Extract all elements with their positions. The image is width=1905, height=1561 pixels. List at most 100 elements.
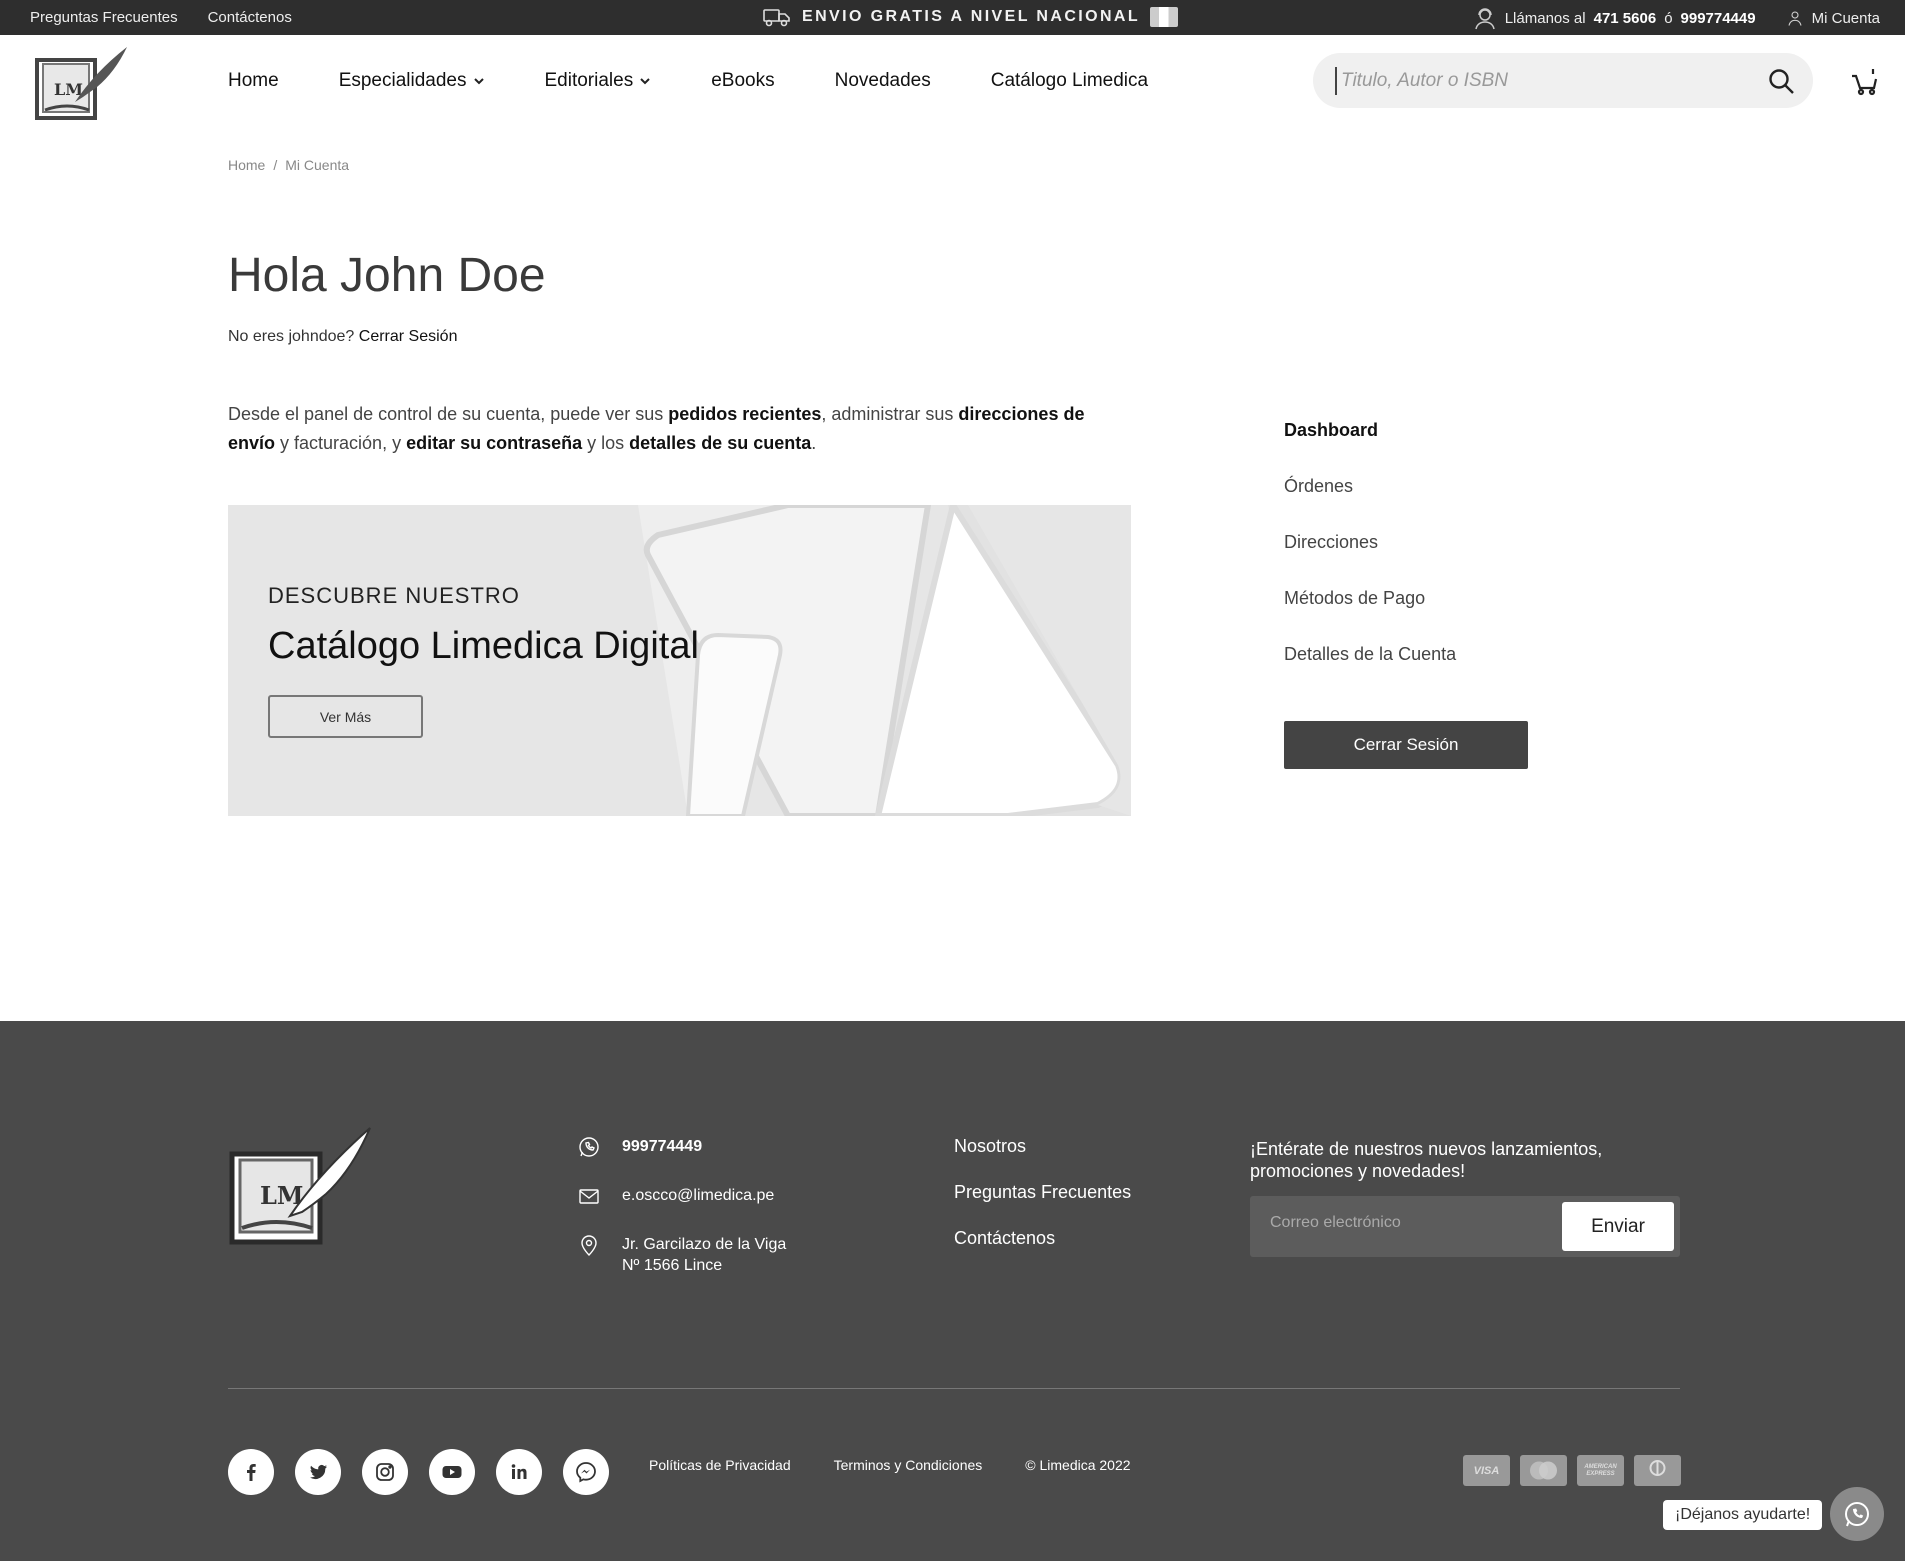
help-chat-label[interactable]: ¡Déjanos ayudarte! xyxy=(1663,1500,1823,1530)
logout-button[interactable]: Cerrar Sesión xyxy=(1284,721,1528,769)
intro-text-4: y los xyxy=(582,433,630,453)
instagram-link[interactable] xyxy=(362,1449,408,1495)
facebook-link[interactable] xyxy=(228,1449,274,1495)
search-bar xyxy=(1313,53,1813,108)
nav-ebooks[interactable]: eBooks xyxy=(711,70,774,92)
footer-phone[interactable]: 999774449 xyxy=(622,1136,702,1157)
breadcrumb-home[interactable]: Home xyxy=(228,157,265,173)
nav-novedades[interactable]: Novedades xyxy=(835,70,931,92)
banner-title: Catálogo Limedica Digital xyxy=(268,625,699,667)
youtube-link[interactable] xyxy=(429,1449,475,1495)
footer-email-row: e.oscco@limedica.pe xyxy=(578,1185,786,1207)
linkedin-link[interactable] xyxy=(496,1449,542,1495)
account-details-link[interactable]: detalles de su cuenta xyxy=(629,433,811,453)
edit-password-link[interactable]: editar su contraseña xyxy=(406,433,582,453)
terms-link[interactable]: Terminos y Condiciones xyxy=(834,1457,983,1473)
footer-address-line1: Jr. Garcilazo de la Viga xyxy=(622,1236,787,1253)
sidebar-item-account-details[interactable]: Detalles de la Cuenta xyxy=(1284,644,1456,700)
top-links: Preguntas Frecuentes Contáctenos xyxy=(30,9,292,26)
messenger-icon xyxy=(576,1462,596,1483)
main-nav: Home Especialidades Editoriales eBooks N… xyxy=(228,70,1208,92)
faq-link[interactable]: Preguntas Frecuentes xyxy=(30,9,178,26)
top-bar: Preguntas Frecuentes Contáctenos ENVIO G… xyxy=(0,0,1905,35)
breadcrumb-separator: / xyxy=(273,157,278,173)
newsletter-submit-button[interactable]: Enviar xyxy=(1562,1202,1674,1251)
account-sidebar: Dashboard Órdenes Direcciones Métodos de… xyxy=(1284,420,1456,700)
whatsapp-chat-button[interactable] xyxy=(1830,1487,1884,1541)
mastercard-circles xyxy=(1530,1461,1557,1480)
sidebar-item-dashboard[interactable]: Dashboard xyxy=(1284,420,1456,476)
facebook-icon xyxy=(247,1464,256,1481)
logo-letters: LM xyxy=(54,80,83,99)
linkedin-icon xyxy=(511,1464,527,1479)
ver-mas-button[interactable]: Ver Más xyxy=(268,695,423,738)
footer-contact: 999774449 e.oscco@limedica.pe Jr. Garcil… xyxy=(578,1136,786,1303)
recent-orders-link[interactable]: pedidos recientes xyxy=(668,404,821,424)
nav-home-label: Home xyxy=(228,70,279,91)
payment-methods: VISA AMERICAN EXPRESS xyxy=(1463,1455,1681,1486)
logout-link[interactable]: Cerrar Sesión xyxy=(359,328,458,345)
chevron-down-icon xyxy=(473,78,484,85)
sidebar-item-payment-methods[interactable]: Métodos de Pago xyxy=(1284,588,1456,644)
footer-link-nosotros[interactable]: Nosotros xyxy=(954,1136,1026,1156)
twitter-link[interactable] xyxy=(295,1449,341,1495)
sidebar-item-addresses[interactable]: Direcciones xyxy=(1284,532,1456,588)
nav-especialidades-label: Especialidades xyxy=(338,70,467,91)
breadcrumb: Home / Mi Cuenta xyxy=(228,157,349,173)
visa-icon: VISA xyxy=(1463,1455,1510,1486)
not-you-text: No eres johndoe? Cerrar Sesión xyxy=(228,328,457,346)
limedica-logo[interactable]: LM xyxy=(35,42,130,122)
whatsapp-icon xyxy=(1845,1502,1869,1527)
promo-text: ENVIO GRATIS A NIVEL NACIONAL xyxy=(802,8,1141,25)
cart-icon[interactable] xyxy=(1850,66,1880,96)
whatsapp-icon xyxy=(579,1137,599,1157)
contact-link[interactable]: Contáctenos xyxy=(208,9,292,26)
top-right: Llámanos al 471 5606 ó 999774449 Mi Cuen… xyxy=(1473,6,1880,30)
nav-ebooks-label: eBooks xyxy=(711,70,775,91)
copyright: © Limedica 2022 xyxy=(1025,1457,1131,1473)
messenger-link[interactable] xyxy=(563,1449,609,1495)
twitter-icon xyxy=(310,1464,327,1480)
social-links xyxy=(228,1449,609,1495)
nav-home[interactable]: Home xyxy=(228,70,279,92)
footer-address-line2: Nº 1566 Lince xyxy=(622,1257,723,1274)
newsletter-text: ¡Entérate de nuestros nuevos lanzamiento… xyxy=(1250,1139,1603,1181)
footer-logo[interactable]: LM xyxy=(228,1124,373,1249)
privacy-policy-link[interactable]: Políticas de Privacidad xyxy=(649,1457,791,1473)
mastercard-icon xyxy=(1520,1455,1567,1486)
nav-novedades-label: Novedades xyxy=(834,70,931,91)
footer-divider xyxy=(228,1388,1680,1389)
free-shipping-banner: ENVIO GRATIS A NIVEL NACIONAL xyxy=(762,6,1179,28)
nav-catalogo[interactable]: Catálogo Limedica xyxy=(991,70,1148,92)
intro-text-3: y facturación, y xyxy=(275,433,407,453)
newsletter-email-input[interactable] xyxy=(1270,1214,1530,1232)
or-text: ó xyxy=(1664,9,1673,27)
phone-secondary[interactable]: 999774449 xyxy=(1681,10,1756,27)
support-agent-icon xyxy=(1474,8,1495,30)
peru-flag-icon xyxy=(1150,7,1179,27)
footer-link-contact[interactable]: Contáctenos xyxy=(954,1228,1055,1248)
not-you-label: No eres johndoe? xyxy=(228,328,355,345)
nav-especialidades[interactable]: Especialidades xyxy=(339,70,485,92)
page-title: Hola John Doe xyxy=(228,249,546,302)
search-input[interactable] xyxy=(1335,67,1735,95)
intro-text-5: . xyxy=(811,433,817,453)
legal-links: Políticas de Privacidad Terminos y Condi… xyxy=(649,1457,1131,1473)
phone-primary[interactable]: 471 5606 xyxy=(1594,10,1657,27)
location-pin-icon xyxy=(581,1235,597,1256)
intro-text-1: Desde el panel de control de su cuenta, … xyxy=(228,404,669,424)
chevron-down-icon xyxy=(640,78,650,85)
search-icon[interactable] xyxy=(1767,67,1795,95)
footer-email[interactable]: e.oscco@limedica.pe xyxy=(622,1185,774,1206)
footer-phone-row: 999774449 xyxy=(578,1136,786,1158)
my-account-link[interactable]: Mi Cuenta xyxy=(1812,10,1880,27)
footer-address: Jr. Garcilazo de la Viga Nº 1566 Lince xyxy=(622,1234,786,1276)
diners-circle xyxy=(1649,1460,1666,1476)
sidebar-item-orders[interactable]: Órdenes xyxy=(1284,476,1456,532)
instagram-icon xyxy=(376,1463,394,1481)
nav-editoriales[interactable]: Editoriales xyxy=(545,70,652,92)
delivery-truck-icon xyxy=(763,9,790,27)
user-icon xyxy=(1788,11,1802,26)
footer-address-row: Jr. Garcilazo de la Viga Nº 1566 Lince xyxy=(578,1234,786,1276)
footer-link-faq[interactable]: Preguntas Frecuentes xyxy=(954,1182,1131,1202)
